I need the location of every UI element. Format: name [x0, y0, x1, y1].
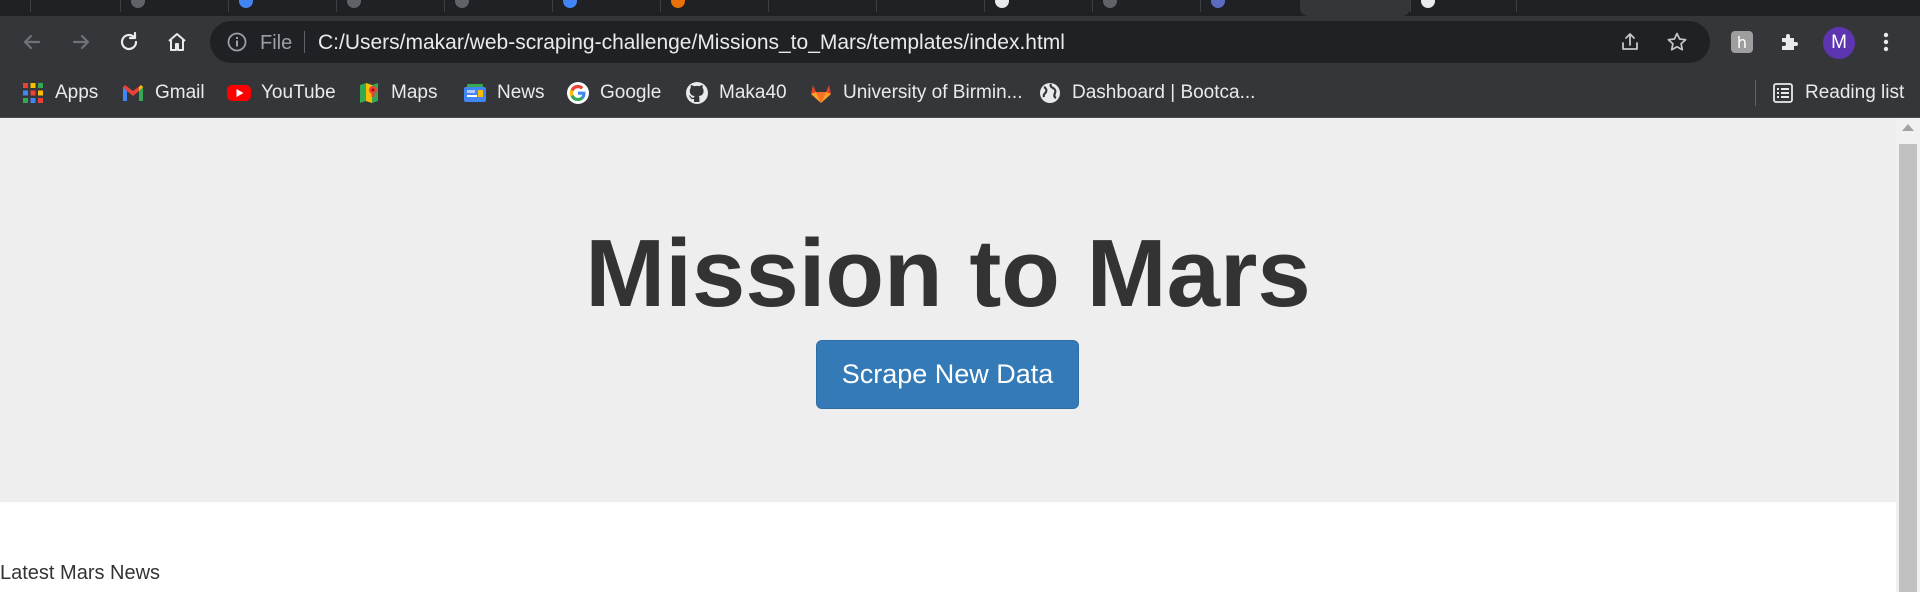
bookmark-label: News	[497, 82, 545, 103]
youtube-icon	[226, 80, 252, 106]
reload-icon	[120, 31, 138, 51]
scroll-thumb[interactable]	[1899, 144, 1917, 592]
browser-menu-button[interactable]	[1870, 26, 1902, 58]
page-content: Mission to Mars Scrape New Data Latest M…	[0, 118, 1896, 592]
news-icon	[462, 80, 488, 106]
browser-tab-active[interactable]	[1300, 0, 1410, 16]
back-button[interactable]	[16, 26, 48, 58]
scrape-new-data-button[interactable]: Scrape New Data	[816, 340, 1079, 409]
page-scrollbar[interactable]	[1896, 118, 1920, 592]
github-icon	[684, 80, 710, 106]
bookmark-apps[interactable]: Apps	[20, 78, 98, 108]
reading-list-label: Reading list	[1805, 82, 1905, 103]
site-info-button[interactable]	[226, 31, 248, 58]
extension-button[interactable]: h	[1726, 26, 1758, 58]
extensions-menu-button[interactable]	[1774, 26, 1806, 58]
browser-tab[interactable]	[1092, 0, 1200, 12]
bookmark-gmail[interactable]: Gmail	[120, 78, 205, 108]
address-bar[interactable]: File C:/Users/makar/web-scraping-challen…	[210, 21, 1710, 63]
browser-tab[interactable]	[120, 0, 228, 12]
arrow-left-icon	[23, 34, 41, 50]
arrow-right-icon	[72, 34, 90, 50]
browser-tab[interactable]	[336, 0, 444, 12]
profile-avatar[interactable]: M	[1823, 27, 1855, 59]
browser-tab[interactable]	[1200, 0, 1300, 12]
bookmark-google[interactable]: Google	[565, 78, 661, 108]
browser-toolbar: File C:/Users/makar/web-scraping-challen…	[0, 16, 1920, 68]
bookmark-label: Gmail	[155, 82, 205, 103]
apps-grid-icon	[20, 80, 46, 106]
star-icon	[1667, 32, 1687, 51]
jumbotron: Mission to Mars Scrape New Data	[0, 118, 1896, 502]
latest-news-heading: Latest Mars News	[0, 562, 161, 584]
bookmark-star-button[interactable]	[1662, 27, 1692, 57]
reload-button[interactable]	[113, 26, 145, 58]
browser-tab[interactable]	[30, 0, 120, 12]
url-text[interactable]: C:/Users/makar/web-scraping-challenge/Mi…	[318, 31, 1065, 55]
reading-list-icon	[1770, 80, 1796, 106]
more-vert-icon	[1883, 32, 1889, 52]
google-icon	[565, 80, 591, 106]
bookmark-university[interactable]: University of Birmin...	[808, 78, 1022, 108]
svg-text:h: h	[1737, 33, 1747, 52]
bookmark-label: Dashboard | Bootca...	[1072, 82, 1256, 103]
bookmark-youtube[interactable]: YouTube	[226, 78, 336, 108]
bookmark-maps[interactable]: Maps	[356, 78, 437, 108]
browser-tab[interactable]	[552, 0, 660, 12]
globe-icon	[1037, 80, 1063, 106]
home-button[interactable]	[161, 26, 193, 58]
bookmark-label: YouTube	[261, 82, 336, 103]
gmail-icon	[120, 80, 146, 106]
bookmark-label: University of Birmin...	[843, 82, 1023, 103]
home-icon	[168, 33, 186, 51]
bookmarks-divider	[1755, 80, 1756, 106]
browser-tab[interactable]	[228, 0, 336, 12]
extension-h-icon: h	[1731, 31, 1753, 53]
bookmarks-bar: Apps Gmail YouTube Maps News Google Maka…	[0, 68, 1920, 118]
bookmark-label: Apps	[55, 82, 99, 103]
gitlab-icon	[808, 80, 834, 106]
address-divider	[304, 31, 305, 53]
page-title: Mission to Mars	[585, 220, 1311, 327]
bookmark-maka40[interactable]: Maka40	[684, 78, 787, 108]
bookmark-news[interactable]: News	[462, 78, 545, 108]
bookmark-label: Maps	[391, 82, 438, 103]
puzzle-icon	[1782, 34, 1798, 50]
scroll-up-arrow-icon[interactable]	[1902, 124, 1914, 131]
browser-tab[interactable]	[984, 0, 1092, 12]
share-button[interactable]	[1615, 27, 1645, 57]
bookmark-label: Google	[600, 82, 662, 103]
reading-list-button[interactable]: Reading list	[1770, 78, 1904, 108]
bookmark-label: Maka40	[719, 82, 787, 103]
tab-strip	[0, 0, 1920, 16]
browser-tab[interactable]	[660, 0, 768, 12]
browser-tab[interactable]	[768, 0, 876, 12]
info-icon	[227, 32, 247, 52]
url-scheme-label: File	[260, 32, 293, 54]
share-icon	[1622, 33, 1638, 50]
browser-tab[interactable]	[444, 0, 552, 12]
maps-icon	[356, 80, 382, 106]
bookmark-dashboard[interactable]: Dashboard | Bootca...	[1037, 78, 1255, 108]
browser-tab[interactable]	[876, 0, 984, 12]
tab-divider	[1516, 0, 1517, 12]
browser-tab[interactable]	[1410, 0, 1516, 12]
forward-button[interactable]	[65, 26, 97, 58]
